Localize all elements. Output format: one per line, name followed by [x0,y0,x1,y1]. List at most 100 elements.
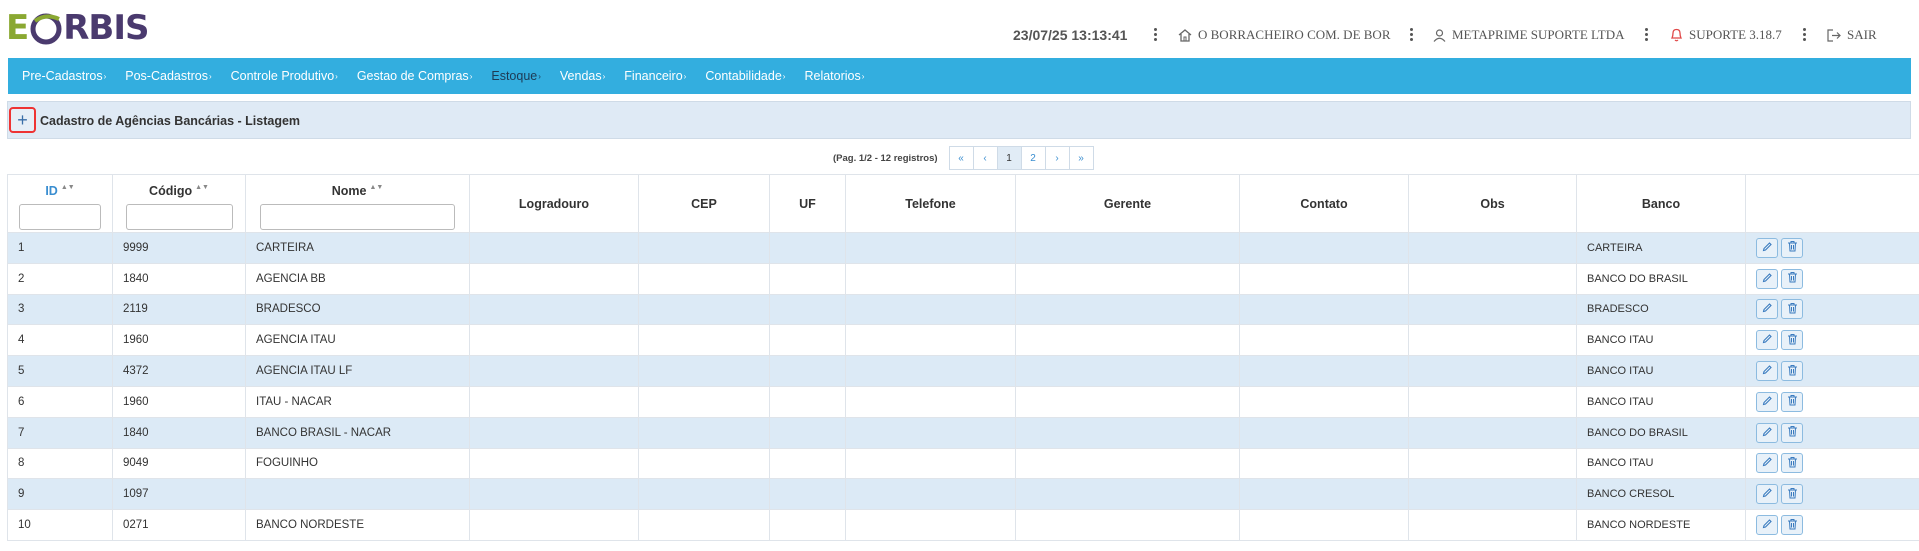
cell-contato [1239,385,1409,418]
delete-button[interactable] [1781,515,1803,536]
filter-codigo-input[interactable] [125,204,233,230]
kebab-icon[interactable] [1154,28,1158,43]
delete-button[interactable] [1781,391,1803,412]
cell-banco: BANCO CRESOL [1576,478,1746,511]
table-row[interactable]: 3 2119 BRADESCO BRADESCO [7,293,1919,326]
cell-nome: FOGUINHO [245,447,470,480]
cell-banco: BANCO ITAU [1576,385,1746,418]
cell-actions [1745,293,1919,326]
delete-button[interactable] [1781,299,1803,320]
nav-item-vendas[interactable]: Vendas › [560,69,605,83]
cell-obs [1408,355,1577,387]
nav-item-gestao-de-compras[interactable]: Gestao de Compras › [357,69,473,83]
edit-icon [1762,272,1773,286]
cell-id: 8 [7,447,113,480]
prev-page-button[interactable]: ‹ [972,146,998,170]
edit-button[interactable] [1756,515,1778,536]
delete-button[interactable] [1781,361,1803,382]
cell-id: 7 [7,416,113,449]
cell-gerente [1015,416,1240,449]
cell-id: 10 [7,509,113,541]
kebab-icon[interactable] [1803,28,1807,43]
cell-gerente [1015,293,1240,326]
edit-button[interactable] [1756,237,1778,258]
nav-item-estoque[interactable]: Estoque › [491,69,541,83]
cell-uf [769,509,846,541]
chevron-left-icon: ‹ [983,152,987,164]
next-page-button[interactable]: › [1044,146,1070,170]
cell-logradouro [469,447,639,480]
first-page-button[interactable]: « [948,146,974,170]
nav-item-pre-cadastros[interactable]: Pre-Cadastros › [22,69,106,83]
pagination-info: (Pag. 1/2 - 12 registros) [833,152,938,164]
cell-telefone [845,324,1016,357]
cell-logradouro [469,324,639,357]
trash-icon [1787,333,1798,348]
edit-button[interactable] [1756,361,1778,382]
delete-button[interactable] [1781,268,1803,289]
delete-button[interactable] [1781,237,1803,258]
cell-actions [1745,262,1919,295]
table-row[interactable]: 2 1840 AGENCIA BB BANCO DO BRASIL [7,262,1919,295]
column-header-nome[interactable]: Nome ▲▼ [245,174,470,233]
cell-telefone [845,293,1016,326]
table-row[interactable]: 7 1840 BANCO BRASIL - NACAR BANCO DO BRASIL [7,416,1919,449]
add-button[interactable]: + [9,107,36,133]
filter-nome-input[interactable] [260,204,455,230]
cell-telefone [845,509,1016,541]
cell-telefone [845,355,1016,387]
delete-button[interactable] [1781,484,1803,505]
delete-button[interactable] [1781,422,1803,443]
cell-id: 1 [7,232,113,264]
table-header-row: ID ▲▼ Código ▲▼ Nome ▲▼ Logradouro CEP UF T… [7,174,1919,233]
plus-icon: + [17,110,28,130]
nav-item-relatorios[interactable]: Relatorios › [804,69,864,83]
table-row[interactable]: 10 0271 BANCO NORDESTE BANCO NORDESTE [7,509,1919,541]
cell-actions [1745,509,1919,541]
logout-icon [1827,28,1841,42]
cell-obs [1408,232,1577,264]
page-title: Cadastro de Agências Bancárias - Listage… [40,114,301,128]
logo-globe-icon [29,11,63,45]
column-header-codigo[interactable]: Código ▲▼ [112,174,246,233]
table-row[interactable]: 4 1960 AGENCIA ITAU BANCO ITAU [7,324,1919,357]
edit-icon [1762,364,1773,378]
edit-button[interactable] [1756,453,1778,474]
edit-button[interactable] [1756,268,1778,289]
table-row[interactable]: 6 1960 ITAU - NACAR BANCO ITAU [7,385,1919,418]
edit-icon [1762,487,1773,501]
cell-contato [1239,509,1409,541]
delete-button[interactable] [1781,330,1803,351]
cell-obs [1408,509,1577,541]
sort-icon: ▲▼ [369,184,384,191]
table-row[interactable]: 8 9049 FOGUINHO BANCO ITAU [7,447,1919,480]
edit-button[interactable] [1756,299,1778,320]
cell-cep [638,355,770,387]
cell-banco: CARTEIRA [1576,232,1746,264]
cell-id: 6 [7,385,113,418]
edit-button[interactable] [1756,484,1778,505]
cell-logradouro [469,293,639,326]
nav-item-controle-produtivo[interactable]: Controle Produtivo › [231,69,338,83]
nav-item-financeiro[interactable]: Financeiro › [624,69,686,83]
edit-button[interactable] [1756,391,1778,412]
page-1-button[interactable]: 1 [996,146,1022,170]
delete-button[interactable] [1781,453,1803,474]
table-row[interactable]: 1 9999 CARTEIRA CARTEIRA [7,232,1919,264]
table-row[interactable]: 9 1097 BANCO CRESOL [7,478,1919,511]
last-page-button[interactable]: » [1068,146,1094,170]
page-2-button[interactable]: 2 [1020,146,1046,170]
edit-button[interactable] [1756,330,1778,351]
table-row[interactable]: 5 4372 AGENCIA ITAU LF BANCO ITAU [7,355,1919,387]
chevron-right-icon: › [861,71,865,81]
nav-item-pos-cadastros[interactable]: Pos-Cadastros › [125,69,211,83]
nav-item-contabilidade[interactable]: Contabilidade › [705,69,785,83]
filter-id-input[interactable] [19,204,101,230]
column-header-id[interactable]: ID ▲▼ [7,174,113,233]
edit-button[interactable] [1756,422,1778,443]
kebab-icon[interactable] [1645,28,1649,43]
cell-codigo: 9049 [112,447,246,480]
cell-id: 9 [7,478,113,511]
cell-gerente [1015,324,1240,357]
kebab-icon[interactable] [1410,28,1414,43]
